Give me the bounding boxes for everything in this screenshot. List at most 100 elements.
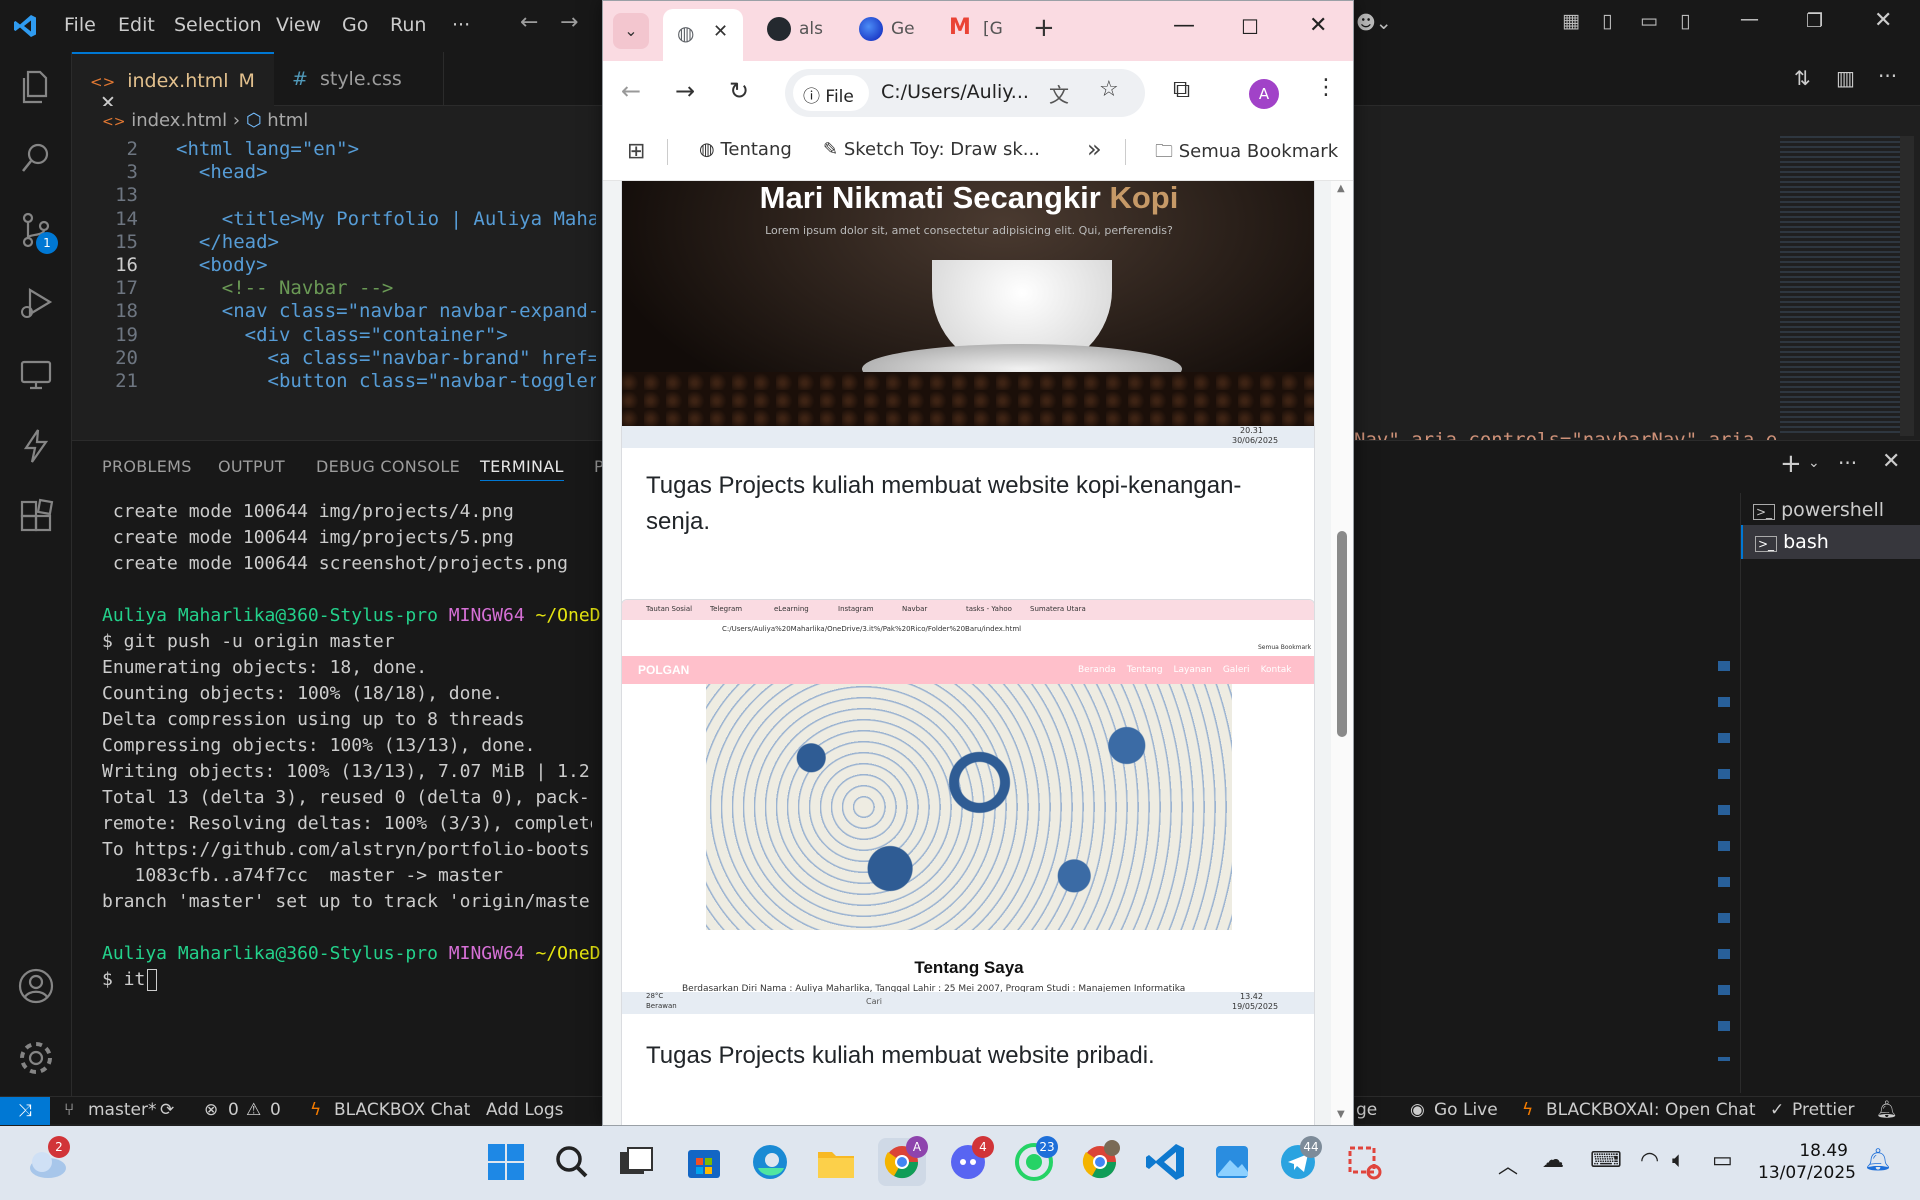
code-line[interactable]: <body> <box>176 254 596 276</box>
warning-count[interactable]: 0 <box>270 1100 281 1120</box>
code-line[interactable]: <div class="container"> <box>176 324 596 346</box>
tab-gmail[interactable]: M [G <box>947 15 1017 49</box>
go-live-button[interactable]: Go Live <box>1434 1100 1498 1120</box>
code-line[interactable]: <html lang="en"> <box>176 138 596 160</box>
weather-widget-icon[interactable]: 2 <box>24 1136 72 1186</box>
close-icon[interactable]: ✕ <box>1874 8 1892 33</box>
keyboard-icon[interactable]: ⌨ <box>1590 1148 1622 1173</box>
microsoft-store-icon[interactable] <box>680 1138 728 1186</box>
whatsapp-icon[interactable]: 23 <box>1010 1136 1058 1186</box>
reload-icon[interactable]: ↻ <box>729 77 749 105</box>
snipping-tool-icon[interactable] <box>1340 1138 1388 1186</box>
panel-close-icon[interactable]: ✕ <box>1882 449 1900 474</box>
scroll-up-icon[interactable]: ▲ <box>1337 183 1345 194</box>
add-logs-button[interactable]: Add Logs <box>486 1100 564 1120</box>
search-icon[interactable] <box>548 1138 596 1186</box>
status-item-ge[interactable]: ge <box>1356 1100 1377 1120</box>
copilot-icon[interactable]: ☻⌄ <box>1356 12 1392 34</box>
task-view-icon[interactable] <box>612 1138 660 1186</box>
battery-icon[interactable]: ▭ <box>1712 1148 1733 1173</box>
translate-icon[interactable]: 文 <box>1049 79 1069 108</box>
search-icon[interactable] <box>16 138 56 178</box>
tab-output[interactable]: OUTPUT <box>218 457 285 476</box>
apps-grid-icon[interactable]: ⊞ <box>627 139 645 164</box>
toggle-secondary-sidebar-icon[interactable]: ▯ <box>1680 10 1690 32</box>
new-tab-icon[interactable]: + <box>1033 13 1055 43</box>
bookmark-star-icon[interactable]: ☆ <box>1099 77 1119 102</box>
tab-search-button[interactable]: ⌄ <box>613 13 649 49</box>
terminal-item-powershell[interactable]: >_ powershell <box>1741 493 1920 525</box>
menu-edit[interactable]: Edit <box>118 14 155 36</box>
source-control-icon[interactable]: 1 <box>16 210 58 254</box>
tab-index-html[interactable]: <> index.html M ✕ <box>72 52 274 114</box>
tab-close-icon[interactable]: ✕ <box>713 21 728 42</box>
notifications-bell-icon[interactable]: 🔔︎ <box>1876 1100 1898 1120</box>
chrome-icon[interactable]: A <box>878 1136 928 1186</box>
vscode-icon[interactable] <box>1142 1138 1190 1186</box>
run-debug-icon[interactable] <box>16 282 56 322</box>
breadcrumb-node[interactable]: html <box>267 110 308 131</box>
chevron-down-icon[interactable]: ⌄ <box>1808 455 1820 471</box>
remote-explorer-icon[interactable] <box>16 354 56 394</box>
back-icon[interactable]: ← <box>621 77 641 105</box>
blackbox-lightning-icon[interactable] <box>16 426 56 466</box>
remote-indicator[interactable]: ⤨ <box>0 1097 50 1125</box>
scroll-down-icon[interactable]: ▼ <box>1337 1109 1345 1120</box>
code-line[interactable]: <!-- Navbar --> <box>176 277 596 299</box>
minimize-icon[interactable]: — <box>1173 13 1195 38</box>
code-line[interactable]: <title>My Portfolio | Auliya Maha <box>176 208 596 230</box>
editor-more-icon[interactable]: ··· <box>1878 64 1897 88</box>
toggle-sidebar-icon[interactable]: ▯ <box>1602 10 1612 32</box>
nav-back-icon[interactable]: ← <box>520 10 538 35</box>
chrome-profile-icon[interactable] <box>1076 1138 1124 1186</box>
blackbox-chat-button[interactable]: BLACKBOX Chat <box>334 1100 470 1120</box>
minimize-icon[interactable]: — <box>1740 8 1759 30</box>
nav-forward-icon[interactable]: → <box>560 10 578 35</box>
wifi-icon[interactable]: ◠ <box>1640 1148 1659 1173</box>
terminal-item-bash[interactable]: >_ bash <box>1741 525 1920 559</box>
start-button[interactable] <box>482 1138 530 1186</box>
accounts-icon[interactable] <box>16 966 56 1006</box>
forward-icon[interactable]: → <box>675 77 695 105</box>
bookmark-sketch-toy[interactable]: ✎ Sketch Toy: Draw sk... <box>823 139 1040 160</box>
scrollbar-thumb[interactable] <box>1337 531 1347 737</box>
bookmarks-overflow-icon[interactable]: » <box>1087 135 1102 163</box>
blackbox-open-chat-button[interactable]: BLACKBOXAI: Open Chat <box>1546 1100 1756 1120</box>
branch-name[interactable]: master* <box>88 1100 156 1120</box>
site-info-chip[interactable]: ⓘ File <box>793 75 869 111</box>
show-hidden-icons-chevron[interactable]: ︿ <box>1498 1150 1518 1179</box>
new-terminal-icon[interactable]: + <box>1780 449 1802 479</box>
error-count[interactable]: 0 <box>228 1100 239 1120</box>
notification-bell-icon[interactable]: 🔔︎ <box>1864 1148 1892 1173</box>
tab-active[interactable]: ◍ ✕ <box>663 9 743 61</box>
telegram-icon[interactable]: 44 <box>1274 1136 1322 1186</box>
clock[interactable]: 18.49 13/07/2025 <box>1758 1140 1856 1184</box>
compare-changes-icon[interactable]: ⇅ <box>1794 66 1811 90</box>
photos-icon[interactable] <box>1208 1138 1256 1186</box>
menu-file[interactable]: File <box>64 14 96 36</box>
settings-gear-icon[interactable] <box>16 1038 56 1078</box>
restore-icon[interactable]: ❐ <box>1806 10 1823 32</box>
prettier-button[interactable]: Prettier <box>1792 1100 1855 1120</box>
address-bar[interactable]: ⓘ File C:/Users/Auliy... 文 ☆ <box>785 69 1145 117</box>
menu-run[interactable]: Run <box>390 14 426 36</box>
minimap-scrollbar[interactable] <box>1900 136 1914 436</box>
tab-style-css[interactable]: # style.css <box>274 52 444 106</box>
tab-terminal[interactable]: TERMINAL <box>480 457 564 481</box>
page-scrollbar[interactable]: ▲ ▼ <box>1331 181 1353 1125</box>
menu-selection[interactable]: Selection <box>174 14 262 36</box>
tab-debug-console[interactable]: DEBUG CONSOLE <box>316 457 460 476</box>
all-bookmarks-button[interactable]: 🗀︎ Semua Bookmark <box>1155 139 1338 169</box>
terminal-output[interactable]: create mode 100644 img/projects/4.png cr… <box>102 499 601 993</box>
tab-gemini[interactable]: Ge <box>855 17 925 49</box>
split-editor-icon[interactable]: ▥ <box>1836 66 1855 90</box>
code-line[interactable]: <head> <box>176 161 596 183</box>
extensions-puzzle-icon[interactable]: ⧉ <box>1173 75 1190 103</box>
menu-more[interactable]: ··· <box>452 14 470 36</box>
chrome-menu-icon[interactable]: ⋮ <box>1315 75 1337 100</box>
page-content[interactable]: Mari Nikmati Secangkir Kopi Lorem ipsum … <box>603 181 1353 1125</box>
extensions-icon[interactable] <box>16 498 56 538</box>
close-icon[interactable]: ✕ <box>1309 13 1327 38</box>
tab-problems[interactable]: PROBLEMS <box>102 457 192 476</box>
minimap[interactable] <box>1780 136 1900 436</box>
